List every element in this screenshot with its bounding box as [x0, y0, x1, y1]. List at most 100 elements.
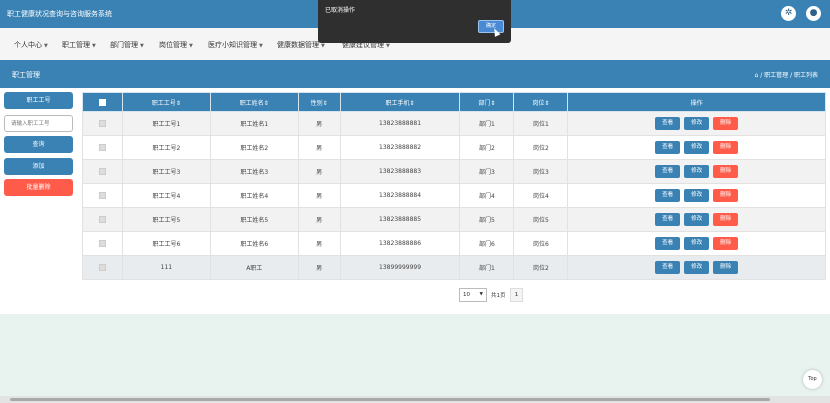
scrollbar-thumb[interactable]: [10, 398, 770, 401]
table-header-row: 职工工号⇕ 职工姓名⇕ 性别⇕ 职工手机⇕ 部门⇕ 岗位⇕ 操作: [82, 92, 826, 112]
position-cell: 岗位3: [513, 159, 569, 184]
row-select-cell[interactable]: [82, 159, 123, 184]
page-number-button[interactable]: 1: [510, 288, 523, 302]
actions-cell: 查看 修改 删除: [567, 207, 826, 232]
view-button[interactable]: 查看: [655, 237, 681, 250]
row-select-cell[interactable]: [82, 231, 123, 256]
position-cell: 岗位4: [513, 183, 569, 208]
view-button[interactable]: 查看: [655, 117, 681, 130]
back-to-top-button[interactable]: Top: [803, 370, 822, 389]
delete-button[interactable]: 删除: [713, 165, 739, 178]
department-cell: 部门1: [459, 111, 515, 136]
delete-button[interactable]: 删除: [713, 237, 739, 250]
row-checkbox[interactable]: [98, 264, 106, 271]
user-avatar-icon[interactable]: ●: [806, 6, 821, 21]
view-button[interactable]: 查看: [655, 213, 681, 226]
dialog-ok-button[interactable]: 确定: [478, 20, 504, 33]
actions-cell: 查看 修改 删除: [567, 231, 826, 256]
nav-item-medical-tips[interactable]: 医疗小知识管理 ▼: [208, 40, 263, 50]
chevron-down-icon: ▼: [140, 43, 144, 49]
delete-button[interactable]: 删除: [713, 141, 739, 154]
row-select-cell[interactable]: [82, 183, 123, 208]
edit-button[interactable]: 修改: [684, 189, 710, 202]
row-checkbox[interactable]: [98, 144, 106, 151]
row-select-cell[interactable]: [82, 135, 123, 160]
row-checkbox[interactable]: [98, 240, 106, 247]
nav-item-personal-center[interactable]: 个人中心 ▼: [14, 40, 48, 50]
delete-button[interactable]: 删除: [713, 261, 739, 274]
horizontal-scrollbar[interactable]: [0, 396, 830, 403]
chevron-down-icon: ▼: [479, 292, 483, 297]
select-all-header[interactable]: [82, 92, 123, 112]
phone-cell: 13823888883: [339, 159, 461, 184]
select-all-checkbox[interactable]: [98, 98, 106, 106]
column-header-phone[interactable]: 职工手机⇕: [339, 92, 461, 112]
dialog-message: 已取消操作: [325, 7, 356, 14]
column-header-gender[interactable]: 性别⇕: [297, 92, 341, 112]
page-total-label: 共1页: [491, 293, 506, 299]
row-select-cell[interactable]: [82, 255, 123, 280]
row-select-cell[interactable]: [82, 111, 123, 136]
batch-delete-button[interactable]: 批量删除: [4, 179, 73, 196]
staff-name-cell: 职工姓名5: [209, 207, 299, 232]
table-row: 职工工号6 职工姓名6 男 13823888886 部门6 岗位6 查看 修改 删除: [82, 231, 826, 256]
chevron-down-icon: ▼: [189, 43, 193, 49]
staff-id-cell: 职工工号1: [121, 111, 211, 136]
row-checkbox[interactable]: [98, 120, 106, 127]
row-checkbox[interactable]: [98, 192, 106, 199]
column-header-department[interactable]: 部门⇕: [459, 92, 515, 112]
view-button[interactable]: 查看: [655, 189, 681, 202]
row-checkbox[interactable]: [98, 168, 106, 175]
actions-cell: 查看 修改 删除: [567, 135, 826, 160]
add-button[interactable]: 添加: [4, 158, 73, 175]
staff-table: 职工工号⇕ 职工姓名⇕ 性别⇕ 职工手机⇕ 部门⇕ 岗位⇕ 操作 职工工号1 职工…: [82, 92, 826, 280]
page-size-select[interactable]: 10 ▼: [459, 288, 487, 302]
edit-button[interactable]: 修改: [684, 165, 710, 178]
nav-item-department[interactable]: 部门管理 ▼: [110, 40, 144, 50]
table-row: 职工工号2 职工姓名2 男 13823888882 部门2 岗位2 查看 修改 删除: [82, 135, 826, 160]
column-header-staff-name[interactable]: 职工姓名⇕: [209, 92, 299, 112]
view-button[interactable]: 查看: [655, 165, 681, 178]
view-button[interactable]: 查看: [655, 141, 681, 154]
staff-id-cell: 111: [121, 255, 211, 280]
gender-cell: 男: [297, 231, 341, 256]
gender-cell: 男: [297, 255, 341, 280]
actions-cell: 查看 修改 删除: [567, 159, 826, 184]
staff-id-label: 职工工号: [4, 92, 73, 109]
gender-cell: 男: [297, 111, 341, 136]
chevron-down-icon: ▼: [44, 43, 48, 49]
department-cell: 部门1: [459, 255, 515, 280]
delete-button[interactable]: 删除: [713, 189, 739, 202]
breadcrumb[interactable]: ⌂ / 职工管理 / 职工列表: [755, 70, 818, 79]
column-header-position[interactable]: 岗位⇕: [513, 92, 569, 112]
position-cell: 岗位2: [513, 255, 569, 280]
alert-dialog: 已取消操作 确定: [318, 0, 511, 43]
row-select-cell[interactable]: [82, 207, 123, 232]
delete-button[interactable]: 删除: [713, 213, 739, 226]
nav-item-position[interactable]: 岗位管理 ▼: [159, 40, 193, 50]
chevron-down-icon: ▼: [92, 43, 96, 49]
breadcrumb-bar: 职工管理 ⌂ / 职工管理 / 职工列表: [0, 60, 830, 88]
nav-item-staff[interactable]: 职工管理 ▼: [62, 40, 96, 50]
delete-button[interactable]: 删除: [713, 117, 739, 130]
edit-button[interactable]: 修改: [684, 117, 710, 130]
settings-gear-icon[interactable]: ✲: [781, 6, 796, 21]
chevron-down-icon: ▼: [259, 43, 263, 49]
chevron-down-icon: ▼: [386, 43, 390, 49]
edit-button[interactable]: 修改: [684, 261, 710, 274]
search-button[interactable]: 查询: [4, 136, 73, 153]
position-cell: 岗位2: [513, 135, 569, 160]
phone-cell: 13823888881: [339, 111, 461, 136]
table-row: 职工工号1 职工姓名1 男 13823888881 部门1 岗位1 查看 修改 删除: [82, 111, 826, 136]
edit-button[interactable]: 修改: [684, 213, 710, 226]
staff-name-cell: 职工姓名2: [209, 135, 299, 160]
table-row: 职工工号3 职工姓名3 男 13823888883 部门3 岗位3 查看 修改 删除: [82, 159, 826, 184]
staff-id-search-input[interactable]: [4, 115, 73, 132]
edit-button[interactable]: 修改: [684, 237, 710, 250]
row-checkbox[interactable]: [98, 216, 106, 223]
department-cell: 部门5: [459, 207, 515, 232]
actions-cell: 查看 修改 删除: [567, 111, 826, 136]
view-button[interactable]: 查看: [655, 261, 681, 274]
edit-button[interactable]: 修改: [684, 141, 710, 154]
column-header-staff-id[interactable]: 职工工号⇕: [121, 92, 211, 112]
